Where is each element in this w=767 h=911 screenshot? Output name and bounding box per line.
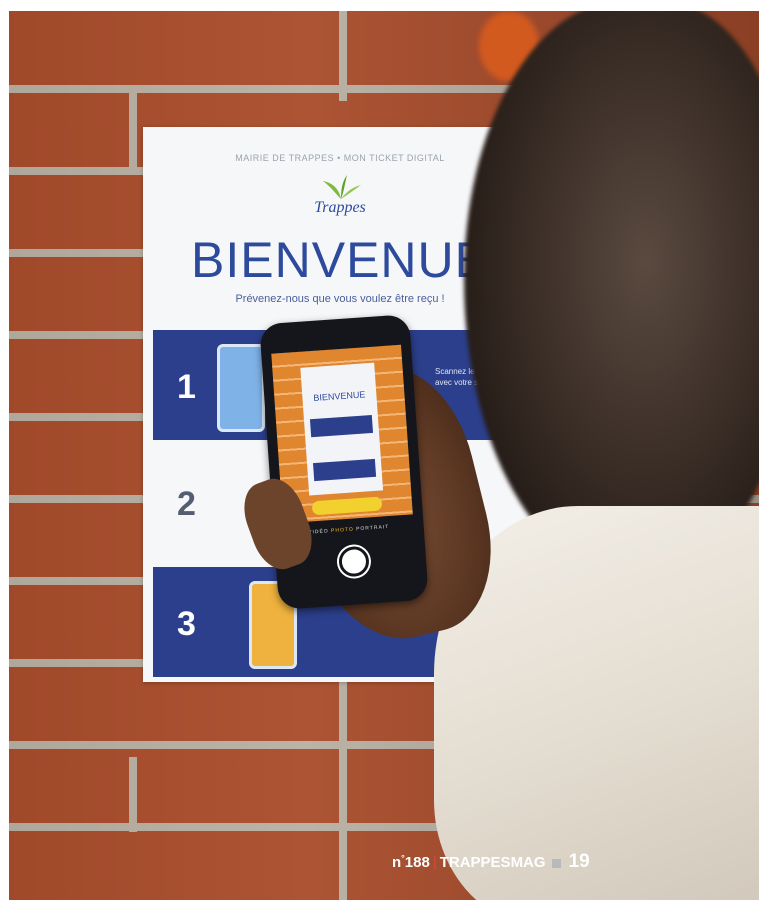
preview-step — [313, 458, 377, 482]
step-number: 2 — [177, 485, 196, 523]
mode-portrait[interactable]: PORTRAIT — [356, 524, 390, 532]
folio-separator: | — [432, 854, 437, 871]
preview-poster: BIENVENUE — [300, 362, 384, 496]
square-icon — [551, 859, 561, 868]
qr-scan-banner[interactable] — [311, 496, 383, 516]
step-number: 1 — [177, 368, 196, 406]
page-folio: n°188 | TRAPPESMAG 19 — [392, 851, 590, 873]
mode-photo[interactable]: PHOTO — [331, 526, 354, 534]
shutter-button[interactable] — [337, 545, 370, 578]
phone-illustration — [217, 344, 265, 432]
preview-step — [309, 414, 374, 438]
step-number: 3 — [177, 605, 196, 643]
issue-prefix: n — [392, 854, 402, 871]
photo: MAIRIE DE TRAPPES • MON TICKET DIGITAL T… — [9, 11, 759, 900]
leaf-logo-icon — [323, 175, 361, 199]
magazine-name: TRAPPESMAG — [439, 854, 546, 871]
page-number: 19 — [568, 851, 590, 872]
issue-number: 188 — [404, 854, 430, 871]
preview-title: BIENVENUE — [313, 389, 366, 403]
